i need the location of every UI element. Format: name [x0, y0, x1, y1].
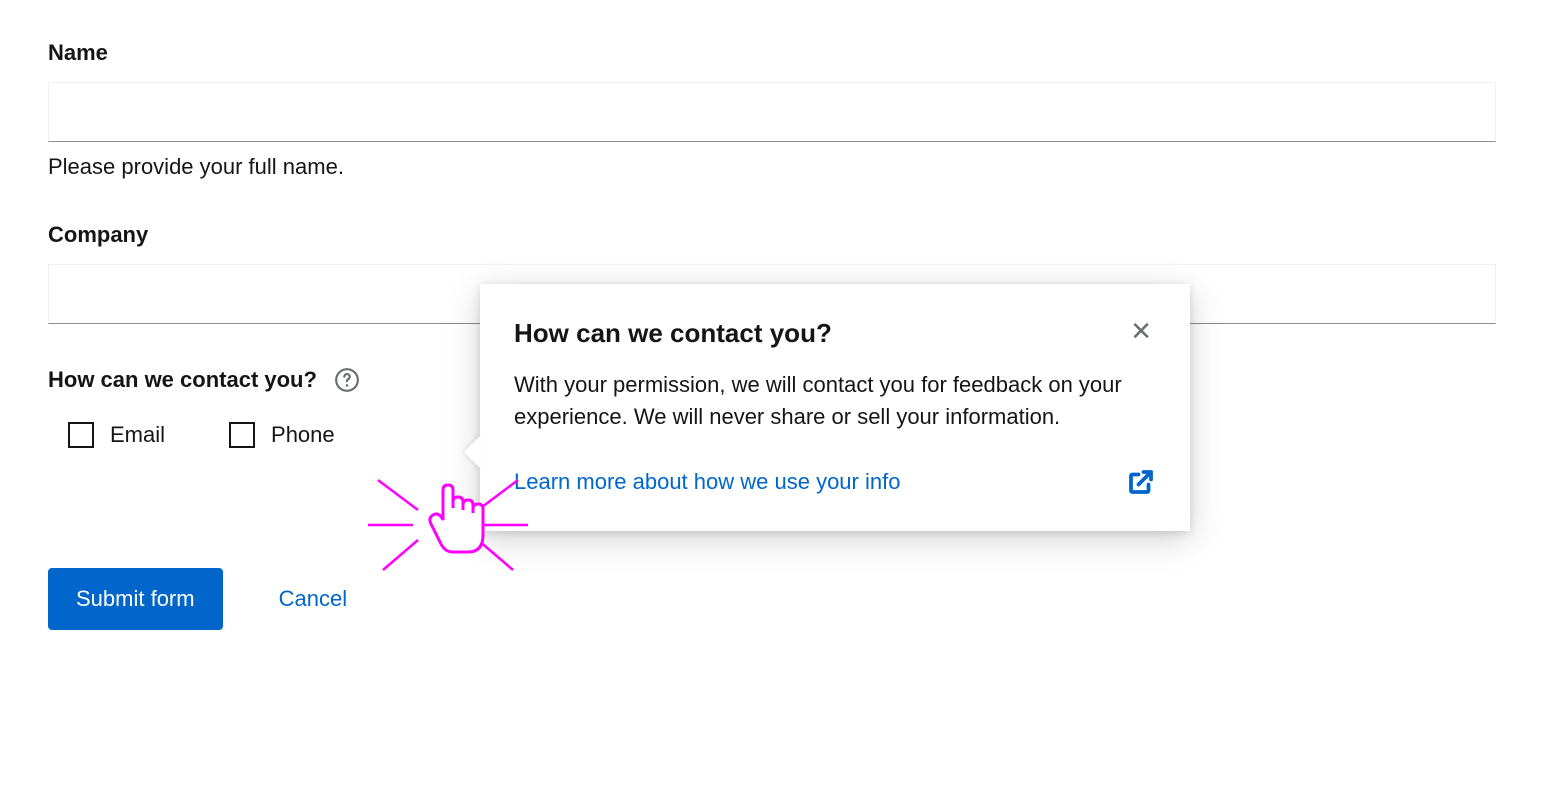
company-label: Company — [48, 222, 1496, 248]
popover-title: How can we contact you? — [514, 318, 832, 349]
checkbox-phone[interactable]: Phone — [229, 422, 335, 448]
checkbox-box-icon — [229, 422, 255, 448]
question-circle-icon — [334, 367, 360, 393]
checkbox-email[interactable]: Email — [68, 422, 165, 448]
name-label: Name — [48, 40, 1496, 66]
help-popover: How can we contact you? ✕ With your perm… — [480, 284, 1190, 531]
popover-arrow — [464, 434, 482, 470]
submit-button[interactable]: Submit form — [48, 568, 223, 630]
popover-header: How can we contact you? ✕ — [514, 318, 1156, 369]
popover-footer: Learn more about how we use your info — [514, 467, 1156, 497]
checkbox-email-label: Email — [110, 422, 165, 448]
help-icon[interactable] — [333, 366, 361, 394]
name-helper-text: Please provide your full name. — [48, 154, 1496, 180]
name-input[interactable] — [48, 82, 1496, 142]
form-actions: Submit form Cancel — [48, 568, 1496, 630]
cancel-button[interactable]: Cancel — [279, 586, 347, 612]
contact-legend: How can we contact you? — [48, 367, 317, 393]
checkbox-box-icon — [68, 422, 94, 448]
external-link-icon[interactable] — [1126, 467, 1156, 497]
name-field-group: Name Please provide your full name. — [48, 40, 1496, 180]
popover-learn-more-link[interactable]: Learn more about how we use your info — [514, 469, 900, 495]
close-icon: ✕ — [1130, 316, 1152, 346]
popover-body: With your permission, we will contact yo… — [514, 369, 1156, 433]
checkbox-phone-label: Phone — [271, 422, 335, 448]
popover-close-button[interactable]: ✕ — [1126, 318, 1156, 344]
